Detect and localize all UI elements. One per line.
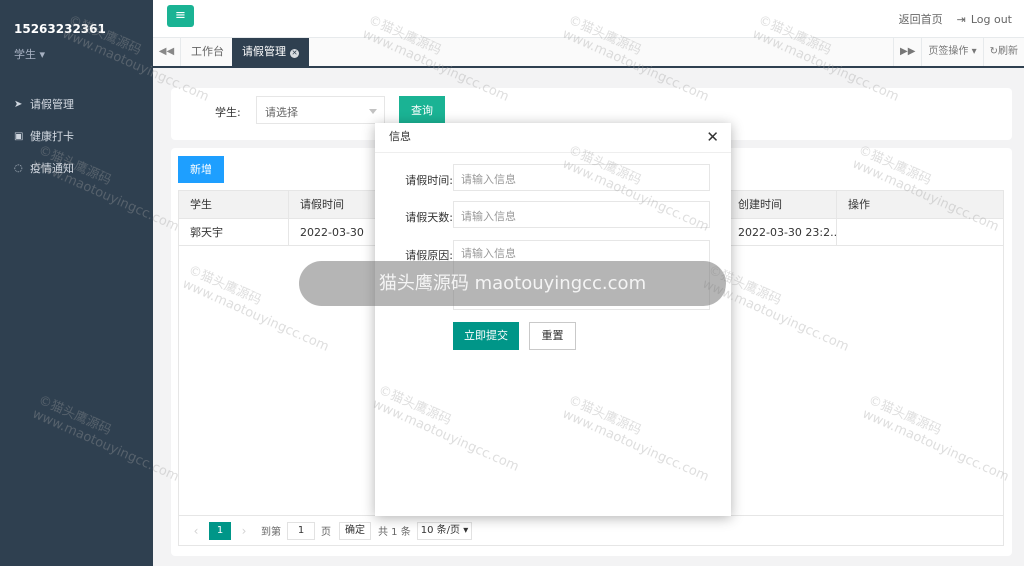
sidebar-item-label: 请假管理	[30, 98, 74, 111]
username: 15263232361	[14, 22, 106, 36]
logout-link[interactable]: ⇥ Log out	[957, 13, 1012, 26]
page-ops-label: 页签操作	[928, 46, 969, 57]
sidebar-item-label: 健康打卡	[30, 130, 74, 143]
role-dropdown[interactable]: 学生 ▾	[14, 46, 139, 62]
sidebar-item-label: 疫情通知	[30, 162, 74, 175]
role-label: 学生	[14, 48, 36, 61]
chat-icon: ◌	[14, 162, 23, 174]
caret-down-icon: ▾	[463, 524, 469, 536]
sidebar: 15263232361 学生 ▾ ➤ 请假管理 ▣ 健康打卡 ◌ 疫情通知	[0, 0, 153, 566]
pagination: ‹ 1 › 到第 1 页 确定 共 1 条 10 条/页 ▾	[179, 515, 1003, 545]
submit-button[interactable]: 立即提交	[453, 322, 519, 350]
next-page-icon[interactable]: ›	[235, 524, 253, 538]
column-header[interactable]: 请假时间	[289, 191, 389, 218]
tab-workbench[interactable]: 工作台	[181, 38, 235, 66]
add-button[interactable]: 新增	[178, 156, 224, 183]
tab-bar: ◀◀ 工作台 请假管理 ✕ ▶▶ 页签操作 ▾ ↻刷新	[153, 38, 1024, 68]
refresh-button[interactable]: ↻刷新	[982, 38, 1024, 66]
menu-toggle-button[interactable]: ≡	[167, 5, 194, 27]
reset-button[interactable]: 重置	[529, 322, 576, 350]
page-size-select[interactable]: 10 条/页 ▾	[416, 521, 473, 540]
top-right-links: 返回首页 ⇥ Log out	[899, 11, 1012, 27]
student-select[interactable]: 请选择	[256, 96, 385, 124]
leave-time-label: 请假时间:	[405, 174, 453, 187]
forward-icon: ▶▶	[900, 46, 916, 57]
tab-tools: ▶▶ 页签操作 ▾ ↻刷新	[893, 38, 1024, 66]
tab-label: 请假管理	[242, 45, 286, 58]
close-icon[interactable]: ✕	[706, 129, 719, 145]
table-cell: 郭天宇	[179, 219, 289, 245]
dialog-title: 信息	[375, 123, 731, 153]
leave-reason-textarea[interactable]: 请输入信息	[453, 240, 710, 310]
sidebar-item-health[interactable]: ▣ 健康打卡	[0, 120, 153, 152]
prev-page-icon[interactable]: ‹	[187, 524, 205, 538]
page-size-label: 10 条/页	[420, 524, 461, 536]
column-header: 操作	[848, 198, 870, 211]
page-ops-dropdown[interactable]: 页签操作 ▾	[921, 38, 982, 66]
logout-label: Log out	[970, 12, 1012, 26]
sign-out-icon: ⇥	[956, 12, 966, 26]
top-navbar: ≡ 返回首页 ⇥ Log out	[153, 0, 1024, 38]
current-page[interactable]: 1	[209, 521, 231, 540]
tab-scroll-right-button[interactable]: ▶▶	[893, 38, 921, 66]
caret-down-icon	[369, 109, 377, 114]
page-unit-label: 页	[321, 527, 331, 538]
goto-label: 到第	[261, 527, 281, 538]
refresh-label: 刷新	[998, 46, 1018, 57]
goto-page-input[interactable]: 1	[287, 521, 315, 540]
table-cell: 2022-03-30	[289, 219, 389, 245]
user-panel: 15263232361 学生 ▾	[0, 0, 153, 62]
sidebar-item-leave[interactable]: ➤ 请假管理	[0, 88, 153, 120]
total-count: 共 1 条	[378, 527, 411, 538]
close-icon[interactable]: ✕	[290, 49, 299, 58]
caret-down-icon: ▾	[39, 48, 46, 61]
student-filter-label: 学生:	[215, 106, 241, 119]
tab-scroll-left-button[interactable]: ◀◀	[153, 38, 181, 66]
calendar-icon: ▣	[14, 130, 24, 142]
backward-icon: ◀◀	[158, 46, 175, 57]
leave-time-input[interactable]: 请输入信息	[453, 164, 710, 191]
column-header[interactable]: 学生	[179, 191, 289, 218]
table-cell: 2022-03-30 23:2...	[727, 219, 837, 245]
tab-leave-management[interactable]: 请假管理 ✕	[232, 38, 309, 66]
hamburger-icon: ≡	[175, 8, 186, 23]
student-select-placeholder: 请选择	[265, 106, 298, 119]
home-link[interactable]: 返回首页	[899, 11, 943, 27]
column-header[interactable]: 创建时间	[727, 191, 837, 218]
goto-confirm-button[interactable]: 确定	[339, 521, 371, 540]
sidebar-menu: ➤ 请假管理 ▣ 健康打卡 ◌ 疫情通知	[0, 88, 153, 184]
table-cell	[837, 219, 1003, 245]
leave-reason-label: 请假原因:	[405, 249, 453, 262]
query-button[interactable]: 查询	[399, 96, 445, 126]
refresh-icon: ↻	[989, 46, 998, 57]
caret-down-icon: ▾	[971, 46, 977, 57]
paper-plane-icon: ➤	[14, 98, 23, 110]
leave-days-label: 请假天数:	[405, 211, 453, 224]
leave-days-input[interactable]: 请输入信息	[453, 201, 710, 228]
leave-form-dialog: 信息 ✕ 请假时间: 请输入信息 请假天数: 请输入信息 请假原因: 请输入信息…	[375, 123, 731, 516]
sidebar-item-notice[interactable]: ◌ 疫情通知	[0, 152, 153, 184]
